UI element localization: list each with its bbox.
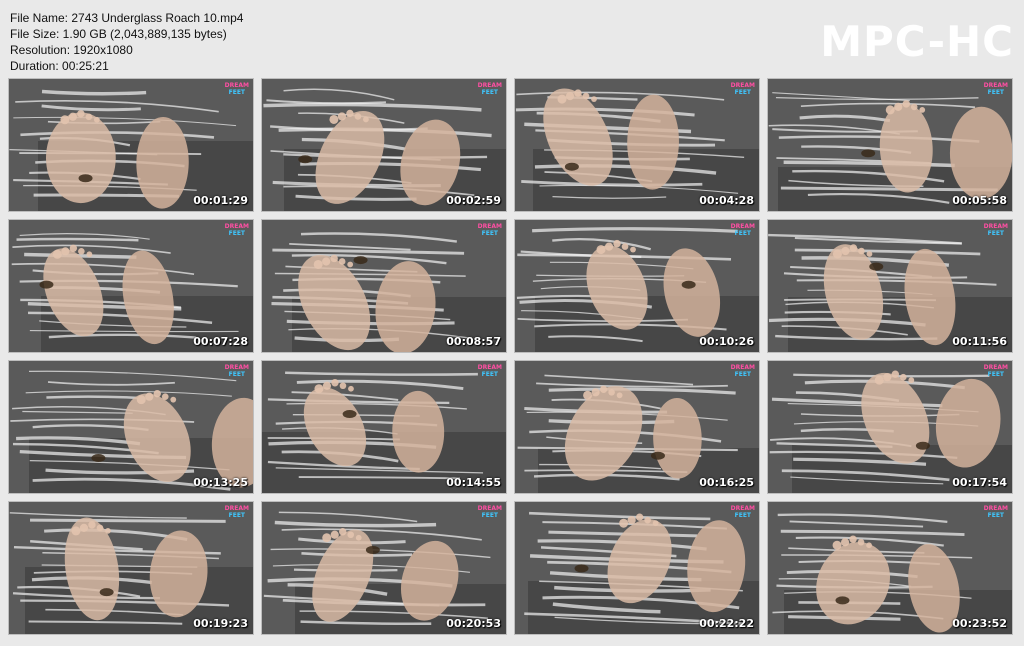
watermark-logo: DREAM FEET [477,82,502,96]
thumbnail-timestamp: 00:08:57 [446,335,501,348]
thumbnail-image [262,361,506,493]
thumbnail-timestamp: 00:16:25 [699,476,754,489]
thumbnail-timestamp: 00:07:28 [193,335,248,348]
video-thumbnail: DREAM FEET 00:08:57 [262,220,506,352]
thumbnail-timestamp: 00:11:56 [952,335,1007,348]
watermark-logo: DREAM FEET [983,223,1008,237]
watermark-logo: DREAM FEET [730,364,755,378]
thumbnail-timestamp: 00:01:29 [193,194,248,207]
file-info: File Name: 2743 Underglass Roach 10.mp4 … [10,10,243,74]
thumbnail-image [768,220,1012,352]
video-thumbnail: DREAM FEET 00:14:55 [262,361,506,493]
watermark-logo: DREAM FEET [983,364,1008,378]
watermark-logo: DREAM FEET [983,82,1008,96]
video-thumbnail: DREAM FEET 00:02:59 [262,79,506,211]
thumbnail-image [515,79,759,211]
video-thumbnail: DREAM FEET 00:19:23 [9,502,253,634]
video-thumbnail: DREAM FEET 00:13:25 [9,361,253,493]
thumbnail-timestamp: 00:17:54 [952,476,1007,489]
watermark-logo: DREAM FEET [983,505,1008,519]
watermark-logo: DREAM FEET [477,364,502,378]
video-thumbnail: DREAM FEET 00:16:25 [515,361,759,493]
thumbnail-timestamp: 00:04:28 [699,194,754,207]
thumbnail-grid: DREAM FEET 00:01:29 DREAM FEET 00:02:59 DREAM F… [9,79,1012,634]
watermark-logo: DREAM FEET [224,505,249,519]
watermark-logo: DREAM FEET [477,505,502,519]
thumbnail-image [262,79,506,211]
thumbnail-timestamp: 00:19:23 [193,617,248,630]
thumbnail-image [515,361,759,493]
thumbnail-image [515,502,759,634]
mpc-hc-logo: MPC-HC [820,17,1014,66]
video-thumbnail: DREAM FEET 00:23:52 [768,502,1012,634]
thumbnail-timestamp: 00:20:53 [446,617,501,630]
thumbnail-image [515,220,759,352]
video-thumbnail: DREAM FEET 00:10:26 [515,220,759,352]
thumbnail-image [262,502,506,634]
watermark-logo: DREAM FEET [730,505,755,519]
resolution: Resolution: 1920x1080 [10,43,133,57]
watermark-logo: DREAM FEET [477,223,502,237]
video-thumbnail: DREAM FEET 00:04:28 [515,79,759,211]
watermark-logo: DREAM FEET [224,223,249,237]
file-name: File Name: 2743 Underglass Roach 10.mp4 [10,11,244,25]
thumbnail-image [768,502,1012,634]
video-thumbnail: DREAM FEET 00:11:56 [768,220,1012,352]
watermark-logo: DREAM FEET [730,223,755,237]
video-thumbnail: DREAM FEET 00:17:54 [768,361,1012,493]
watermark-logo: DREAM FEET [730,82,755,96]
thumbnail-image [9,79,253,211]
watermark-logo: DREAM FEET [224,82,249,96]
thumbnail-timestamp: 00:10:26 [699,335,754,348]
duration: Duration: 00:25:21 [10,59,109,73]
video-thumbnail: DREAM FEET 00:22:22 [515,502,759,634]
thumbnail-timestamp: 00:14:55 [446,476,501,489]
video-thumbnail: DREAM FEET 00:20:53 [262,502,506,634]
thumbnail-timestamp: 00:05:58 [952,194,1007,207]
thumbnail-image [9,502,253,634]
file-size: File Size: 1.90 GB (2,043,889,135 bytes) [10,27,227,41]
thumbnail-image [9,361,253,493]
thumbnail-image [768,361,1012,493]
video-thumbnail: DREAM FEET 00:05:58 [768,79,1012,211]
thumbnail-image [262,220,506,352]
video-thumbnail: DREAM FEET 00:07:28 [9,220,253,352]
thumbnail-timestamp: 00:22:22 [699,617,754,630]
watermark-logo: DREAM FEET [224,364,249,378]
thumbnail-image [768,79,1012,211]
thumbnail-timestamp: 00:13:25 [193,476,248,489]
thumbnail-timestamp: 00:23:52 [952,617,1007,630]
thumbnail-timestamp: 00:02:59 [446,194,501,207]
video-thumbnail: DREAM FEET 00:01:29 [9,79,253,211]
thumbnail-image [9,220,253,352]
